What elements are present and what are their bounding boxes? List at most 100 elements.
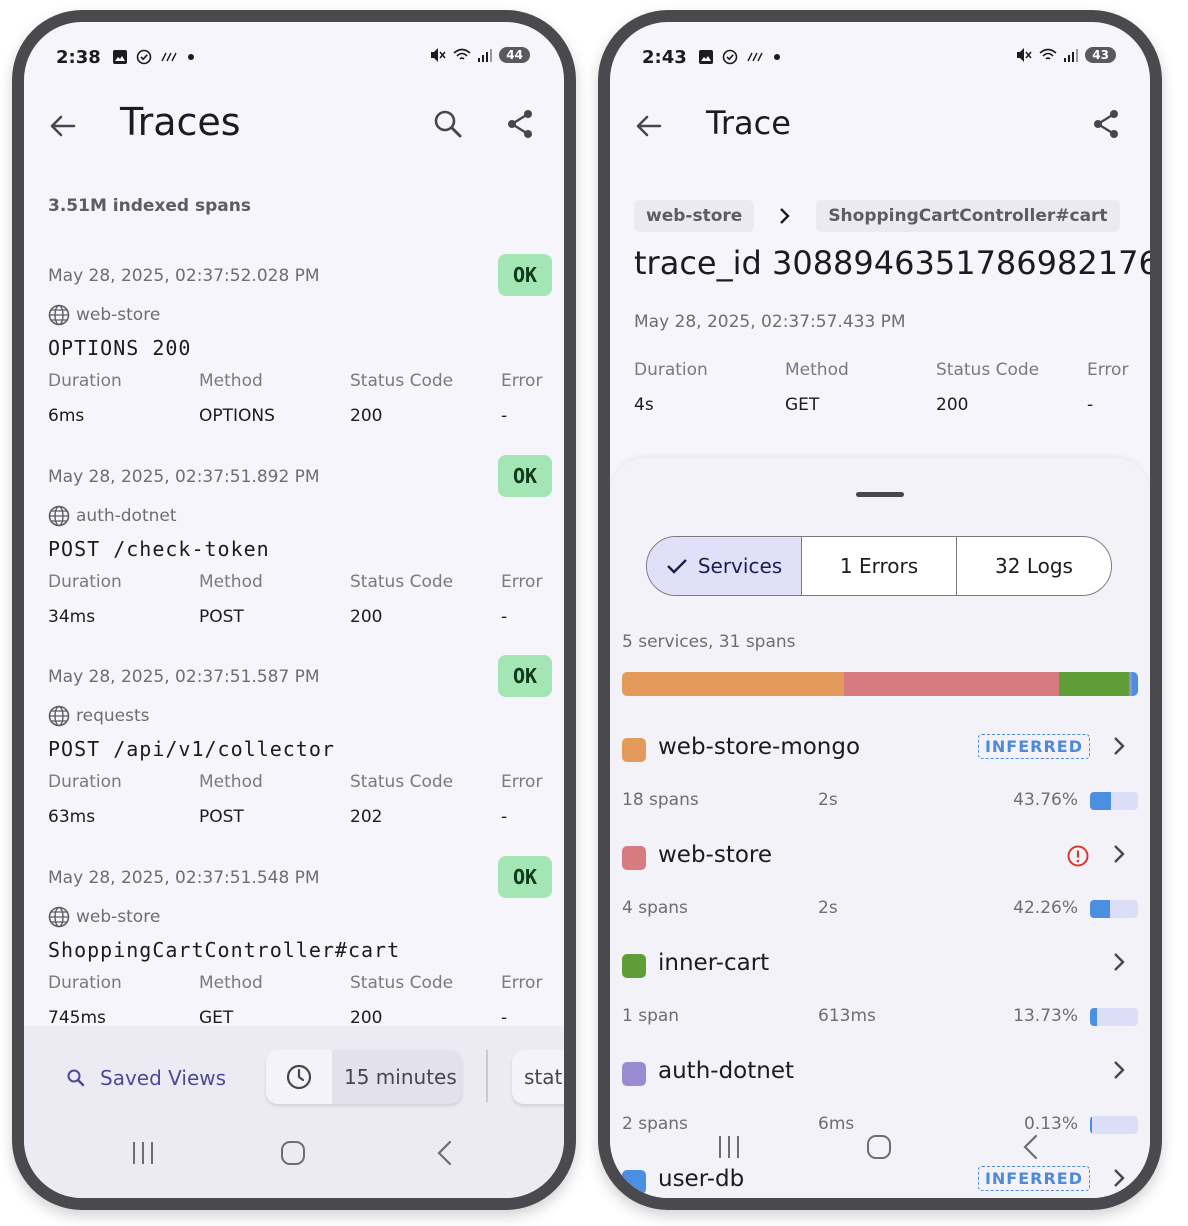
trace-date: May 28, 2025, 02:37:57.433 PM [634,312,906,332]
tab-services[interactable]: Services [647,537,802,595]
recent-apps-icon[interactable] [130,1140,156,1166]
back-arrow-icon[interactable] [46,110,78,142]
status-badge: OK [498,856,552,898]
globe-icon [48,304,70,326]
status-code-label: Status Code [350,973,454,993]
page-title: Traces [120,100,241,144]
trace-name: ShoppingCartController#cart [48,938,401,962]
clock-icon [286,1064,312,1090]
trace-date: May 28, 2025, 02:37:51.587 PM [48,667,320,687]
service-row[interactable]: web-store 4 spans 2s 42.26% [622,836,1138,944]
duration-value: 6ms [48,406,85,426]
recent-apps-icon[interactable] [716,1134,742,1160]
saved-views-button[interactable]: Saved Views [66,1066,226,1090]
tab-logs-label: 32 Logs [995,554,1073,578]
system-nav-bar [610,1128,1150,1198]
duration-label: Duration [48,371,122,391]
service-row[interactable]: inner-cart 1 span 613ms 13.73% [622,944,1138,1052]
status-code-value: 200 [350,607,383,627]
time-range-chip[interactable]: 15 minutes [266,1050,462,1104]
status-badge: OK [498,655,552,697]
method-value: POST [199,807,244,827]
image-icon [699,50,713,64]
status-badge: OK [498,455,552,497]
service-percent-bar [1090,1008,1138,1026]
trace-service: web-store [48,906,160,928]
service-name: auth-dotnet [658,1058,795,1084]
service-row[interactable]: web-store-mongo INFERRED 18 spans 2s 43.… [622,728,1138,836]
trace-service-name: web-store [76,907,161,927]
chevron-right-icon [1114,1061,1125,1079]
status-bar: 2:38 44 [24,22,564,74]
stack-segment [622,672,845,696]
nav-back-icon[interactable] [1018,1134,1044,1160]
status-filter-chip[interactable]: stat [512,1050,564,1104]
trace-date: May 28, 2025, 02:37:51.892 PM [48,467,320,487]
service-name: web-store [658,842,773,868]
tab-services-label: Services [697,554,783,578]
home-icon[interactable] [280,1140,306,1166]
error-value: - [501,406,508,426]
globe-icon [48,705,70,727]
trace-detail-screen: 2:43 43 Trace web-store ShoppingCartCont [610,22,1150,1198]
method-value: POST [199,607,244,627]
check-icon [666,559,687,574]
time-range-icon-slot [266,1050,332,1104]
inferred-badge: INFERRED [977,734,1090,759]
battery-indicator: 44 [499,47,530,63]
trace-date: May 28, 2025, 02:37:52.028 PM [48,266,320,286]
battery-indicator: 43 [1085,47,1116,63]
sheet-drag-handle[interactable] [856,492,904,497]
stack-segment [1131,672,1138,696]
error-value: - [501,607,508,627]
method-label: Method [785,360,849,380]
back-arrow-icon[interactable] [632,110,664,142]
saved-views-label: Saved Views [100,1066,227,1090]
trace-list: 3.51M indexed spans May 28, 2025, 02:37:… [48,196,552,1028]
search-icon[interactable] [432,108,464,140]
service-duration: 2s [818,898,838,918]
share-icon[interactable] [1090,108,1122,140]
trace-name: OPTIONS 200 [48,336,192,360]
nav-back-icon[interactable] [432,1140,458,1166]
service-duration: 613ms [818,1006,876,1026]
duration-label: Duration [634,360,708,380]
share-icon[interactable] [504,108,536,140]
service-percent-bar-fill [1090,1008,1097,1026]
error-alert-icon [1067,845,1089,867]
service-name: inner-cart [658,950,770,976]
breadcrumb-service[interactable]: web-store [634,200,755,232]
service-color-swatch [622,846,646,870]
top-app-bar: Traces [24,82,564,172]
chevron-right-icon [780,208,791,224]
trace-list-item[interactable]: May 28, 2025, 02:37:51.892 PM OK auth-do… [48,455,552,657]
tab-logs[interactable]: 32 Logs [957,537,1111,595]
home-icon[interactable] [866,1134,892,1160]
status-code-value: 200 [350,1008,383,1028]
mute-icon [1017,48,1032,62]
status-code-label: Status Code [350,572,454,592]
service-span-count: 18 spans [622,790,699,810]
status-code-label: Status Code [350,772,454,792]
breadcrumb-operation[interactable]: ShoppingCartController#cart [816,200,1120,232]
trace-list-item[interactable]: May 28, 2025, 02:37:51.587 PM OK request… [48,655,552,857]
bottom-filter-bar: Saved Views 15 minutes stat [24,1026,564,1198]
duration-value: 4s [634,395,654,415]
tab-errors[interactable]: 1 Errors [802,537,957,595]
method-label: Method [199,772,263,792]
status-badge: OK [498,254,552,296]
trace-service-name: auth-dotnet [76,506,177,526]
status-code-value: 200 [350,406,383,426]
stack-segment [844,672,1060,696]
status-system-icons: 43 [1015,47,1116,63]
left-phone: 2:38 44 Traces 3.51M indexed spans May 2… [12,10,576,1210]
service-duration: 2s [818,790,838,810]
service-percent-bar [1090,900,1138,918]
duration-label: Duration [48,572,122,592]
signal-icon [1064,49,1079,62]
check-circle-icon [136,49,152,65]
trace-list-item[interactable]: May 28, 2025, 02:37:52.028 PM OK web-sto… [48,254,552,456]
status-code-label: Status Code [936,360,1040,380]
service-percent-bar-fill [1090,792,1111,810]
wifi-icon [453,48,471,60]
